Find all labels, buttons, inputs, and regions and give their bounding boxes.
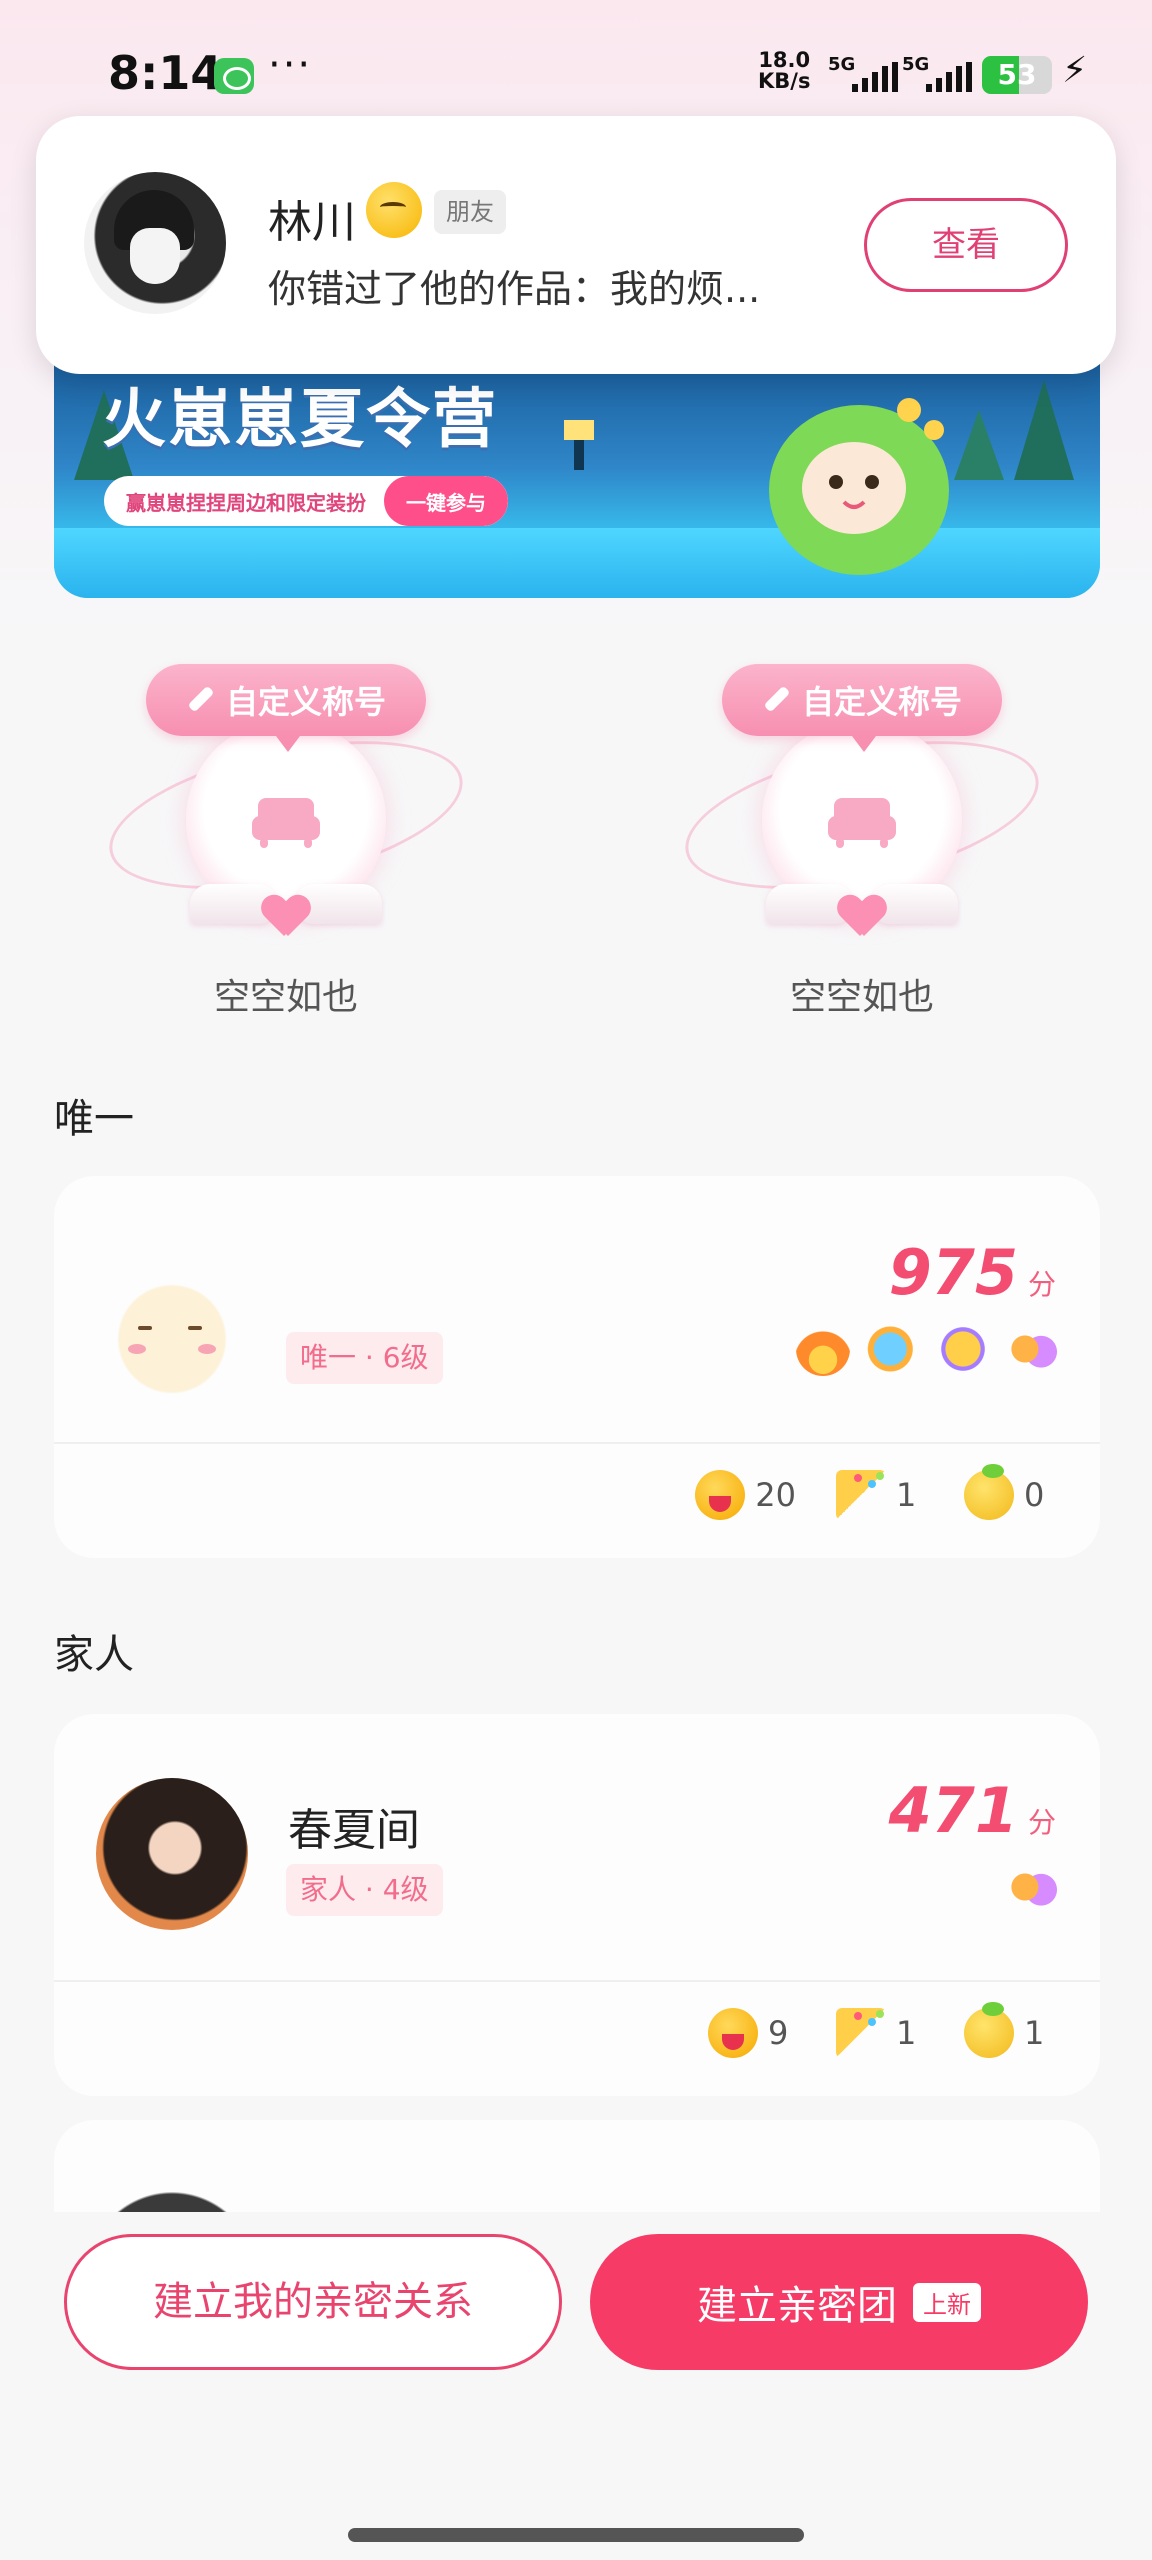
notification-name: 林川 <box>268 197 356 248</box>
hug-icon <box>1006 1322 1060 1376</box>
custom-title-seat-1[interactable]: 自定义称号 空空如也 <box>96 660 476 1030</box>
interaction-stats: 20 1 0 <box>695 1464 1052 1520</box>
heart-icon <box>838 896 886 940</box>
stat-count: 1 <box>896 2014 917 2052</box>
hug-icon <box>1006 1860 1060 1914</box>
phone-icon <box>936 1322 990 1376</box>
avatar[interactable] <box>96 1778 248 1930</box>
score-unit: 分 <box>1027 1806 1056 1839</box>
custom-title-button[interactable]: 自定义称号 <box>146 664 426 752</box>
custom-title-label: 自定义称号 <box>801 683 962 721</box>
relation-card-unique[interactable]: 唯一 · 6级 975 分 20 1 0 <box>54 1176 1100 1558</box>
banner-title: 火崽崽夏令营 <box>102 383 498 457</box>
empty-text: 空空如也 <box>213 977 358 1018</box>
relation-icons <box>1006 1860 1060 1914</box>
custom-title-button[interactable]: 自定义称号 <box>722 664 1002 752</box>
banner-subtitle: 赢崽崽捏捏周边和限定装扮 <box>126 490 366 515</box>
interaction-stats: 9 1 1 <box>708 2002 1052 2058</box>
relation-tag: 朋友 <box>434 190 506 234</box>
score-value: 471 <box>888 1774 1018 1847</box>
stat-count: 20 <box>755 1476 796 1514</box>
network-speed-unit: KB/s <box>758 69 811 93</box>
create-relation-button[interactable]: 建立我的亲密关系 <box>64 2234 562 2370</box>
banner-subtitle-pill[interactable]: 赢崽崽捏捏周边和限定装扮 一键参与 <box>104 476 508 526</box>
relation-icons <box>796 1322 1060 1376</box>
score-unit: 分 <box>1027 1268 1056 1301</box>
stat-item[interactable]: 1 <box>836 1470 924 1520</box>
create-group-label: 建立亲密团 <box>697 2283 897 2329</box>
avatar[interactable] <box>84 172 226 314</box>
relation-level-badge: 家人 · 4级 <box>286 1864 443 1916</box>
avatar[interactable] <box>96 1260 248 1412</box>
network-speed: 18.0 KB/s <box>758 50 810 92</box>
stat-item[interactable]: 0 <box>964 1464 1052 1520</box>
divider <box>54 1442 1100 1444</box>
charging-icon: ⚡ <box>1062 50 1088 91</box>
relation-card-family[interactable]: 春夏间 家人 · 4级 471 分 9 1 1 <box>54 1714 1100 2096</box>
stat-count: 1 <box>1024 2014 1045 2052</box>
sofa-icon <box>828 798 896 848</box>
notification-message: 你错过了他的作品：我的烦... <box>268 267 761 311</box>
join-button[interactable]: 一键参与 <box>384 476 508 526</box>
section-title-unique: 唯一 <box>54 1096 134 1142</box>
dinosaur-mascot-icon <box>769 398 949 575</box>
home-indicator[interactable] <box>348 2528 804 2542</box>
lemon-face-icon <box>964 1464 1014 1520</box>
divider <box>54 1980 1100 1982</box>
stat-item[interactable]: 1 <box>836 2008 924 2058</box>
stat-count: 0 <box>1024 1476 1045 1514</box>
status-bar: 8:14 ··· 18.0 KB/s 5G 5G 53 ⚡ <box>0 40 1152 110</box>
create-group-button[interactable]: 建立亲密团 上新 <box>590 2234 1088 2370</box>
stat-item[interactable]: 9 <box>708 2008 796 2058</box>
more-notifications-icon: ··· <box>268 42 313 88</box>
horn-icon <box>866 1322 920 1376</box>
wechat-icon <box>214 58 254 94</box>
fire-icon <box>796 1322 850 1376</box>
custom-title-label: 自定义称号 <box>225 683 386 721</box>
stat-count: 1 <box>896 1476 917 1514</box>
new-badge: 上新 <box>913 2282 981 2322</box>
love-face-icon <box>695 1470 746 1520</box>
summer-camp-banner[interactable]: 火崽崽夏令营 赢崽崽捏捏周边和限定装扮 一键参与 <box>54 360 1100 598</box>
pen-icon <box>186 685 216 715</box>
thinking-face-icon <box>366 182 422 238</box>
heart-icon <box>262 896 310 940</box>
section-title-family: 家人 <box>54 1632 134 1678</box>
status-time: 8:14 <box>108 46 223 100</box>
battery-icon: 53 <box>982 56 1052 94</box>
intimacy-score: 975 分 <box>889 1236 1056 1309</box>
friend-notification-card[interactable]: 林川 朋友 你错过了他的作品：我的烦... 查看 <box>36 116 1116 374</box>
love-face-icon <box>708 2008 758 2058</box>
party-popper-icon <box>836 2008 886 2058</box>
signal-5g-icon: 5G <box>902 54 974 94</box>
signal-5g-icon: 5G <box>828 54 900 94</box>
lemon-face-icon <box>964 2002 1014 2058</box>
sofa-icon <box>252 798 320 848</box>
party-popper-icon <box>836 1470 886 1520</box>
battery-level: 53 <box>997 58 1037 91</box>
relation-level-badge: 唯一 · 6级 <box>286 1332 443 1384</box>
empty-text: 空空如也 <box>789 977 934 1018</box>
intimacy-score: 471 分 <box>889 1774 1056 1847</box>
relation-name: 春夏间 <box>288 1805 420 1856</box>
score-value: 975 <box>888 1236 1018 1309</box>
network-speed-value: 18.0 <box>758 48 811 72</box>
custom-title-seat-2[interactable]: 自定义称号 空空如也 <box>672 660 1052 1030</box>
stat-item[interactable]: 1 <box>964 2002 1052 2058</box>
pen-icon <box>762 685 792 715</box>
stat-count: 9 <box>768 2014 789 2052</box>
stat-item[interactable]: 20 <box>695 1470 796 1520</box>
view-button[interactable]: 查看 <box>864 198 1068 292</box>
